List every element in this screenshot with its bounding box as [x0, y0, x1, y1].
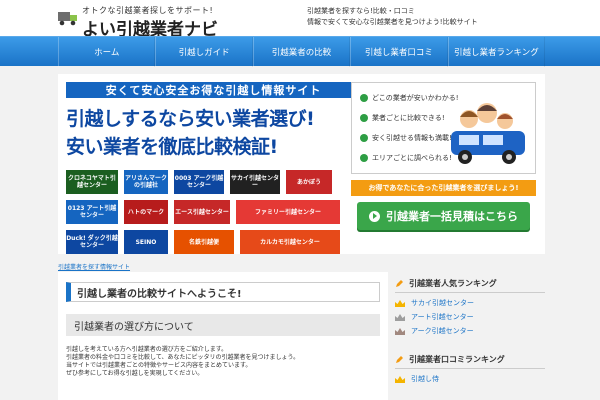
header-description: 引越業者を探すなら!比較・口コミ 情報で安くて安心な引越業者を見つけよう!比較サ… [307, 7, 478, 26]
nav-item-ranking[interactable]: 引越し業者ランキング [447, 37, 546, 67]
truck-icon [58, 12, 77, 26]
company-logo-akabou: あかぼう [286, 170, 332, 194]
sidebar-heading: 引越業者人気ランキング [395, 278, 497, 289]
ranking-item[interactable]: サカイ引越センター [395, 298, 474, 308]
checklist-item: 業者ごとに比較できる! [360, 113, 445, 123]
company-logo-duck: Duck! ダック引越センター [66, 230, 118, 254]
sidebar: 引越業者人気ランキング サカイ引越センター アート引越センター アーク引越センタ… [395, 272, 545, 400]
company-logo-seino: SEINO [124, 230, 168, 254]
check-icon [360, 94, 368, 102]
ranking-item[interactable]: アーク引越センター [395, 326, 474, 336]
check-icon [360, 114, 368, 122]
pencil-icon [396, 356, 403, 363]
company-logo-art: 0123 アート引越センター [66, 200, 118, 224]
nav-item-home[interactable]: ホーム [58, 37, 156, 67]
ranking-item[interactable]: アート引越センター [395, 312, 474, 322]
checklist-item: どこの業者が安いかわかる! [360, 93, 459, 103]
sidebar-heading: 引越業者口コミランキング [395, 354, 505, 365]
banner-headline-1: 引越しするなら安い業者選び! [66, 108, 315, 130]
feature-checklist: どこの業者が安いかわかる! 業者ごとに比較できる! 安く引越せる情報も満載! エ… [351, 82, 536, 174]
family-in-car-illustration [451, 103, 525, 164]
global-nav: ホーム 引越しガイド 引越業者の比較 引越し業者口コミ 引越し業者ランキング [0, 36, 600, 67]
section-heading: 引越業者の選び方について [66, 314, 380, 336]
nav-item-reviews[interactable]: 引越し業者口コミ [350, 37, 448, 67]
company-logo-ari: アリさんマークの引越社 [124, 170, 168, 194]
company-logo-karukamo: カルカモ引越センター [240, 230, 340, 254]
nav-item-compare[interactable]: 引越業者の比較 [252, 37, 351, 67]
gold-crown-icon [395, 299, 405, 307]
check-icon [360, 134, 368, 142]
divider [395, 292, 545, 293]
pencil-icon [396, 280, 403, 287]
site-header: オトクな引越業者探しをサポート! よい引越業者ナビ 引越業者を探すなら!比較・口… [0, 0, 600, 40]
checklist-item: 安く引越せる情報も満載! [360, 133, 452, 143]
breadcrumb[interactable]: 引越業者を探す情報サイト [58, 262, 130, 271]
site-logo[interactable]: オトクな引越業者探しをサポート! よい引越業者ナビ [58, 4, 288, 40]
banner-headline-2: 安い業者を徹底比較検証! [66, 136, 278, 158]
company-logo-sakai: サカイ引越センター [230, 170, 280, 194]
company-logo-ace: エース引越センター [174, 200, 230, 224]
nav-item-guide[interactable]: 引越しガイド [155, 37, 253, 67]
silver-crown-icon [395, 313, 405, 321]
checklist-item: エリアごとに調べられる! [360, 153, 452, 163]
bulk-estimate-button[interactable]: 引越業者一括見積はこちら [357, 202, 530, 230]
divider [395, 368, 545, 369]
gold-crown-icon [395, 375, 405, 383]
ranking-item[interactable]: 引越し侍 [395, 374, 439, 384]
cta-strip: お得であなたに合った引越業者を選びましょう! [351, 180, 536, 196]
company-logo-hato: ハトのマーク [124, 200, 168, 224]
main-content: 引越し業者の比較サイトへようこそ! 引越業者の選び方について 引越しを考えている… [58, 272, 388, 400]
company-logo-ark: 0003 アーク引越センター [174, 170, 224, 194]
bronze-crown-icon [395, 327, 405, 335]
company-logo-meitetsu: 名鉄引越便 [174, 230, 234, 254]
check-icon [360, 154, 368, 162]
hero-banner: 安くて安心安全お得な引越し情報サイト 引越しするなら安い業者選び! 安い業者を徹… [58, 74, 545, 254]
play-circle-icon [369, 210, 380, 222]
company-logo-family: ファミリー引越センター [236, 200, 340, 224]
page-title: 引越し業者の比較サイトへようこそ! [66, 282, 380, 302]
paragraph: ぜひ参考にしてお得な引越しを実現してください。 [66, 370, 204, 377]
company-logo-yamato: クロネコヤマト引越センター [66, 170, 118, 194]
banner-ribbon: 安くて安心安全お得な引越し情報サイト [66, 82, 361, 98]
